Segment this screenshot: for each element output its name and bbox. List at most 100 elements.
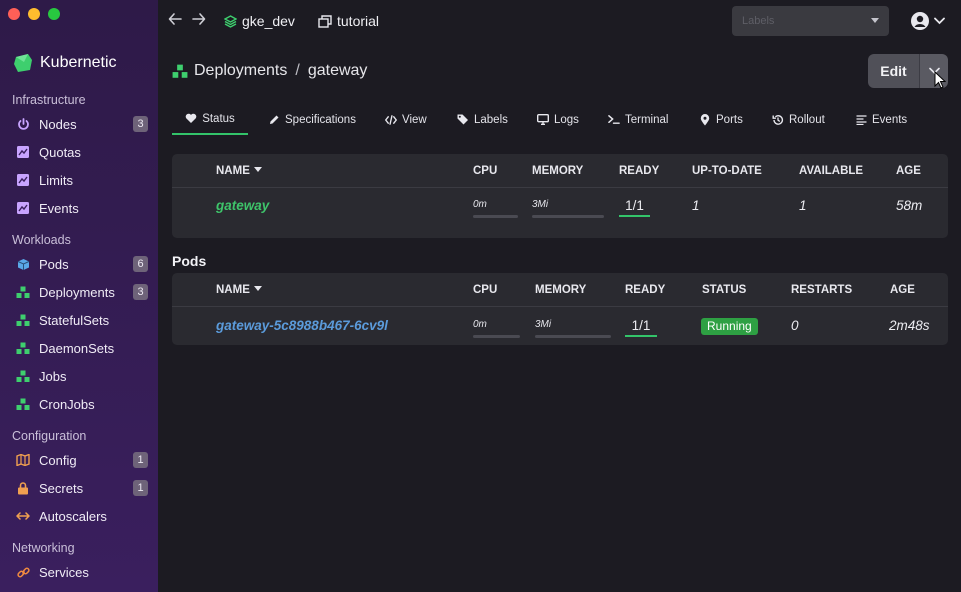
cubes-icon <box>16 369 30 383</box>
cpu-metric: 0m <box>473 319 520 339</box>
tab-status[interactable]: Status <box>172 104 248 135</box>
tab-rollout[interactable]: Rollout <box>770 104 827 135</box>
ready-value: 1/1 <box>619 198 650 217</box>
sidebar-item-jobs[interactable]: Jobs <box>0 362 158 390</box>
column-age-header[interactable]: AGE <box>896 165 921 177</box>
forward-button[interactable] <box>190 12 208 30</box>
list-icon <box>855 114 867 126</box>
tab-terminal[interactable]: Terminal <box>606 104 670 135</box>
minimize-window-button[interactable] <box>28 8 40 20</box>
sidebar-item-deployments[interactable]: Deployments 3 <box>0 278 158 306</box>
terminal-icon <box>608 114 620 126</box>
tab-specifications[interactable]: Specifications <box>266 104 358 135</box>
sidebar-item-autoscalers[interactable]: Autoscalers <box>0 502 158 530</box>
sidebar-item-events[interactable]: Events <box>0 194 158 222</box>
column-uptodate-header[interactable]: UP-TO-DATE <box>692 165 762 177</box>
tab-label: View <box>402 113 427 126</box>
tab-logs[interactable]: Logs <box>535 104 581 135</box>
sidebar-item-label: Pods <box>39 256 69 272</box>
column-cpu-header[interactable]: CPU <box>473 165 497 177</box>
memory-bar <box>532 215 604 218</box>
arrow-left-icon <box>168 13 182 25</box>
sort-desc-icon <box>253 286 262 291</box>
app-window: Kubernetic Infrastructure Nodes 3 Quotas… <box>0 0 961 592</box>
sidebar-item-quotas[interactable]: Quotas <box>0 138 158 166</box>
layers-icon <box>224 14 237 28</box>
sidebar-item-pods[interactable]: Pods 6 <box>0 250 158 278</box>
table-header: NAME CPU MEMORY READY STATUS RESTARTS AG… <box>172 273 948 307</box>
sidebar-item-label: Config <box>39 452 77 468</box>
edit-button[interactable]: Edit <box>868 54 919 88</box>
pods-table: NAME CPU MEMORY READY STATUS RESTARTS AG… <box>172 273 948 345</box>
count-badge: 3 <box>133 284 148 300</box>
column-age-header[interactable]: AGE <box>890 284 915 296</box>
cpu-value: 0m <box>473 199 487 210</box>
column-cpu-header[interactable]: CPU <box>473 284 497 296</box>
monitor-icon <box>537 114 549 126</box>
column-name-header[interactable]: NAME <box>216 165 262 177</box>
sidebar-item-secrets[interactable]: Secrets 1 <box>0 474 158 502</box>
tab-label: Labels <box>474 113 508 126</box>
column-name-header[interactable]: NAME <box>216 284 262 296</box>
pods-section-title: Pods <box>172 253 207 269</box>
breadcrumb-kind[interactable]: Deployments <box>194 62 287 80</box>
heartbeat-icon <box>185 113 197 125</box>
tab-label: Rollout <box>789 113 825 126</box>
link-icon <box>16 565 30 579</box>
labels-select[interactable]: Labels <box>732 6 889 36</box>
close-window-button[interactable] <box>8 8 20 20</box>
pod-name-link[interactable]: gateway-5c8988b467-6cv9l <box>216 318 388 333</box>
tab-label: Terminal <box>625 113 669 126</box>
column-available-header[interactable]: AVAILABLE <box>799 165 863 177</box>
chevron-down-icon <box>934 17 945 25</box>
column-ready-header[interactable]: READY <box>619 165 659 177</box>
column-status-header[interactable]: STATUS <box>702 284 746 296</box>
sidebar-item-cronjobs[interactable]: CronJobs <box>0 390 158 418</box>
section-infrastructure: Infrastructure <box>12 93 86 107</box>
tab-label: Ports <box>716 113 743 126</box>
tab-events[interactable]: Events <box>853 104 909 135</box>
zoom-window-button[interactable] <box>48 8 60 20</box>
section-networking: Networking <box>12 541 75 555</box>
status-badge: Running <box>701 318 758 335</box>
sidebar-item-daemonsets[interactable]: DaemonSets <box>0 334 158 362</box>
lock-icon <box>16 481 30 495</box>
sidebar-item-config[interactable]: Config 1 <box>0 446 158 474</box>
column-restarts-header[interactable]: RESTARTS <box>791 284 852 296</box>
sidebar-item-label: Events <box>39 200 79 216</box>
cpu-value: 0m <box>473 319 487 330</box>
sidebar-item-label: DaemonSets <box>39 340 115 356</box>
cpu-bar <box>473 215 518 218</box>
tab-label: Logs <box>554 113 579 126</box>
sidebar-item-limits[interactable]: Limits <box>0 166 158 194</box>
context-selector[interactable]: gke_dev <box>224 13 295 29</box>
app-name: Kubernetic <box>40 54 117 71</box>
tags-icon <box>457 114 469 126</box>
tab-ports[interactable]: Ports <box>697 104 745 135</box>
labels-placeholder: Labels <box>742 15 775 27</box>
column-memory-header[interactable]: MEMORY <box>532 165 583 177</box>
sidebar-item-statefulsets[interactable]: StatefulSets <box>0 306 158 334</box>
tab-view[interactable]: View <box>383 104 429 135</box>
sidebar-item-nodes[interactable]: Nodes 3 <box>0 110 158 138</box>
cube-icon <box>16 257 30 271</box>
memory-metric: 3Mi <box>535 319 611 339</box>
section-workloads: Workloads <box>12 233 71 247</box>
ready-indicator <box>619 215 650 217</box>
namespace-selector[interactable]: tutorial <box>318 13 379 29</box>
section-configuration: Configuration <box>12 429 87 443</box>
cpu-bar <box>473 335 520 338</box>
history-icon <box>772 114 784 126</box>
user-menu-button[interactable] <box>910 11 945 31</box>
tab-labels[interactable]: Labels <box>455 104 510 135</box>
cubes-icon <box>172 64 188 78</box>
column-ready-header[interactable]: READY <box>625 284 665 296</box>
column-memory-header[interactable]: MEMORY <box>535 284 586 296</box>
back-button[interactable] <box>166 12 184 30</box>
table-header: NAME CPU MEMORY READY UP-TO-DATE AVAILAB… <box>172 154 948 188</box>
cubes-icon <box>16 397 30 411</box>
deployment-name-link[interactable]: gateway <box>216 198 269 213</box>
sort-desc-icon <box>253 167 262 172</box>
tab-label: Specifications <box>285 113 356 126</box>
sidebar-item-services[interactable]: Services <box>0 558 158 586</box>
